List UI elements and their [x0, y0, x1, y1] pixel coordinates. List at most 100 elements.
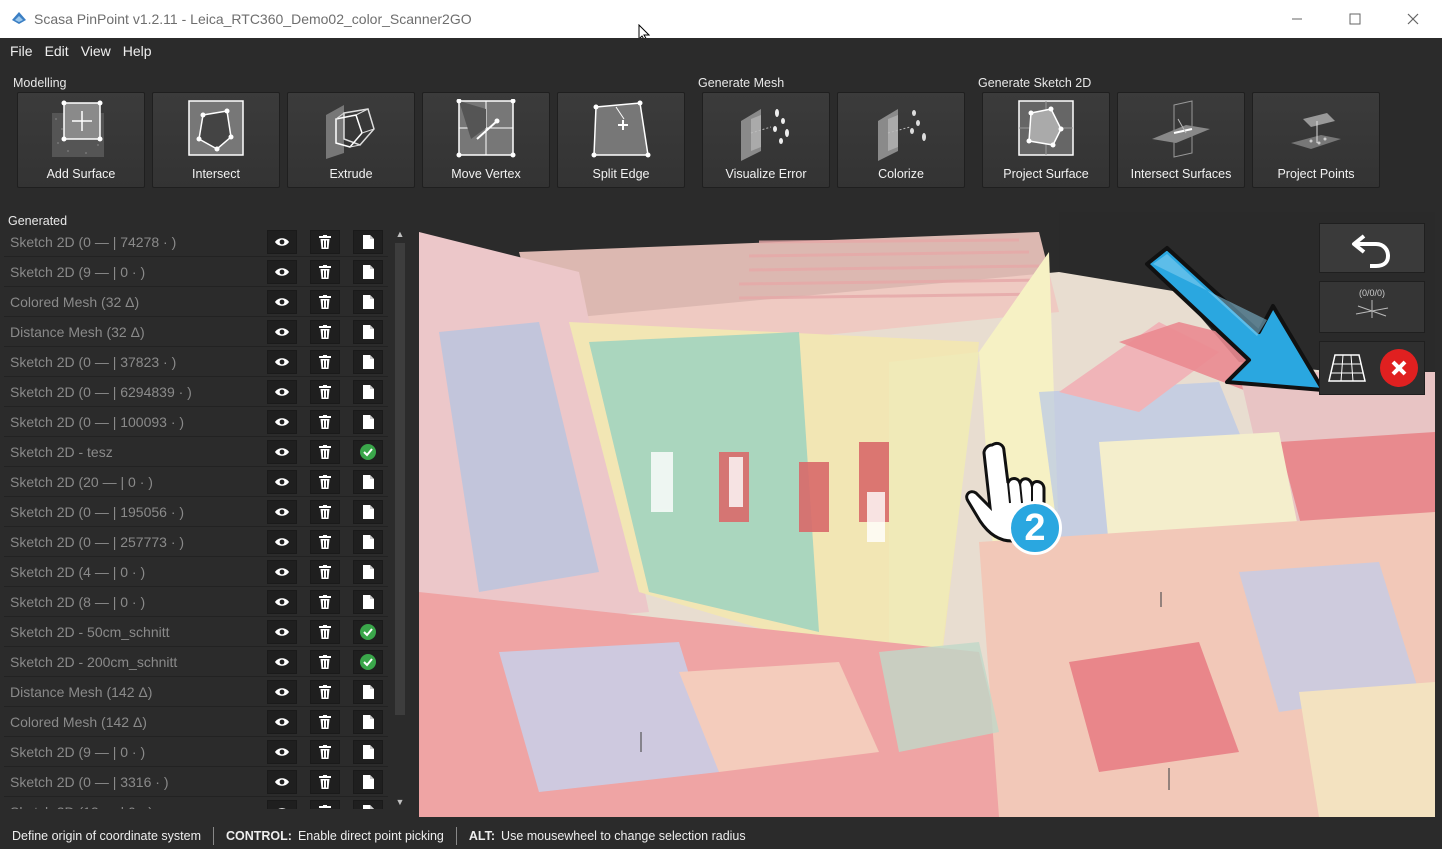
visibility-toggle-button[interactable] [267, 680, 297, 704]
exported-status-button[interactable] [353, 620, 383, 644]
split-edge-button[interactable]: Split Edge [557, 92, 685, 188]
menu-edit[interactable]: Edit [39, 43, 75, 59]
list-item[interactable]: Sketch 2D (0 — | 6294839 · ) [4, 377, 388, 407]
visibility-toggle-button[interactable] [267, 350, 297, 374]
grid-plane-icon[interactable] [1327, 353, 1367, 383]
visibility-toggle-button[interactable] [267, 440, 297, 464]
visibility-toggle-button[interactable] [267, 530, 297, 554]
delete-button[interactable] [310, 380, 340, 404]
export-document-button[interactable] [353, 470, 383, 494]
coordinate-origin-button[interactable]: (0/0/0) [1319, 281, 1425, 333]
list-item[interactable]: Sketch 2D (0 — | 3316 · ) [4, 767, 388, 797]
delete-button[interactable] [310, 620, 340, 644]
cancel-grid-button[interactable] [1379, 349, 1418, 387]
delete-button[interactable] [310, 560, 340, 584]
visibility-toggle-button[interactable] [267, 470, 297, 494]
visibility-toggle-button[interactable] [267, 620, 297, 644]
list-item[interactable]: Sketch 2D (0 — | 74278 · ) [4, 227, 388, 257]
close-button[interactable] [1384, 0, 1442, 38]
visibility-toggle-button[interactable] [267, 500, 297, 524]
scroll-down-arrow-icon[interactable]: ▼ [392, 795, 408, 809]
list-item[interactable]: Distance Mesh (32 Δ) [4, 317, 388, 347]
exported-status-button[interactable] [353, 650, 383, 674]
menu-file[interactable]: File [4, 43, 39, 59]
visibility-toggle-button[interactable] [267, 410, 297, 434]
export-document-button[interactable] [353, 560, 383, 584]
list-item[interactable]: Sketch 2D - 50cm_schnitt [4, 617, 388, 647]
project-points-button[interactable]: Project Points [1252, 92, 1380, 188]
list-item[interactable]: Sketch 2D - tesz [4, 437, 388, 467]
exported-status-button[interactable] [353, 440, 383, 464]
undo-view-button[interactable] [1319, 223, 1425, 273]
list-item[interactable]: Sketch 2D (0 — | 37823 · ) [4, 347, 388, 377]
list-item[interactable]: Sketch 2D (20 — | 0 · ) [4, 467, 388, 497]
delete-button[interactable] [310, 350, 340, 374]
minimize-button[interactable] [1268, 0, 1326, 38]
list-item[interactable]: Sketch 2D (0 — | 257773 · ) [4, 527, 388, 557]
scroll-thumb[interactable] [395, 243, 405, 715]
delete-button[interactable] [310, 260, 340, 284]
visibility-toggle-button[interactable] [267, 710, 297, 734]
delete-button[interactable] [310, 530, 340, 554]
delete-button[interactable] [310, 320, 340, 344]
delete-button[interactable] [310, 590, 340, 614]
export-document-button[interactable] [353, 260, 383, 284]
visibility-toggle-button[interactable] [267, 380, 297, 404]
intersect-button[interactable]: Intersect [152, 92, 280, 188]
list-item[interactable]: Colored Mesh (142 Δ) [4, 707, 388, 737]
delete-button[interactable] [310, 410, 340, 434]
delete-button[interactable] [310, 680, 340, 704]
visibility-toggle-button[interactable] [267, 740, 297, 764]
project-surface-button[interactable]: Project Surface [982, 92, 1110, 188]
visibility-toggle-button[interactable] [267, 800, 297, 809]
list-scrollbar[interactable]: ▲ ▼ [392, 227, 408, 809]
list-item[interactable]: Sketch 2D - 200cm_schnitt [4, 647, 388, 677]
visibility-toggle-button[interactable] [267, 650, 297, 674]
list-item[interactable]: Sketch 2D (0 — | 100093 · ) [4, 407, 388, 437]
export-document-button[interactable] [353, 350, 383, 374]
menu-view[interactable]: View [75, 43, 117, 59]
delete-button[interactable] [310, 770, 340, 794]
export-document-button[interactable] [353, 290, 383, 314]
move-vertex-button[interactable]: Move Vertex [422, 92, 550, 188]
list-item[interactable]: Sketch 2D (12 — | 0 · ) [4, 797, 388, 809]
export-document-button[interactable] [353, 410, 383, 434]
delete-button[interactable] [310, 440, 340, 464]
visibility-toggle-button[interactable] [267, 590, 297, 614]
visibility-toggle-button[interactable] [267, 770, 297, 794]
point-cloud-viewport[interactable]: 2 [419, 212, 1435, 817]
visibility-toggle-button[interactable] [267, 290, 297, 314]
list-item[interactable]: Colored Mesh (32 Δ) [4, 287, 388, 317]
export-document-button[interactable] [353, 380, 383, 404]
delete-button[interactable] [310, 230, 340, 254]
list-item[interactable]: Sketch 2D (0 — | 195056 · ) [4, 497, 388, 527]
export-document-button[interactable] [353, 740, 383, 764]
delete-button[interactable] [310, 290, 340, 314]
visibility-toggle-button[interactable] [267, 230, 297, 254]
export-document-button[interactable] [353, 590, 383, 614]
list-item[interactable]: Sketch 2D (4 — | 0 · ) [4, 557, 388, 587]
visibility-toggle-button[interactable] [267, 560, 297, 584]
export-document-button[interactable] [353, 530, 383, 554]
export-document-button[interactable] [353, 800, 383, 809]
list-item[interactable]: Sketch 2D (9 — | 0 · ) [4, 737, 388, 767]
extrude-button[interactable]: Extrude [287, 92, 415, 188]
list-item[interactable]: Distance Mesh (142 Δ) [4, 677, 388, 707]
export-document-button[interactable] [353, 320, 383, 344]
colorize-button[interactable]: Colorize [837, 92, 965, 188]
scroll-up-arrow-icon[interactable]: ▲ [392, 227, 408, 241]
delete-button[interactable] [310, 500, 340, 524]
visibility-toggle-button[interactable] [267, 260, 297, 284]
delete-button[interactable] [310, 470, 340, 494]
delete-button[interactable] [310, 800, 340, 809]
visibility-toggle-button[interactable] [267, 320, 297, 344]
export-document-button[interactable] [353, 500, 383, 524]
menu-help[interactable]: Help [117, 43, 158, 59]
export-document-button[interactable] [353, 770, 383, 794]
delete-button[interactable] [310, 650, 340, 674]
list-item[interactable]: Sketch 2D (9 — | 0 · ) [4, 257, 388, 287]
list-item[interactable]: Sketch 2D (8 — | 0 · ) [4, 587, 388, 617]
export-document-button[interactable] [353, 710, 383, 734]
export-document-button[interactable] [353, 230, 383, 254]
add-surface-button[interactable]: Add Surface [17, 92, 145, 188]
